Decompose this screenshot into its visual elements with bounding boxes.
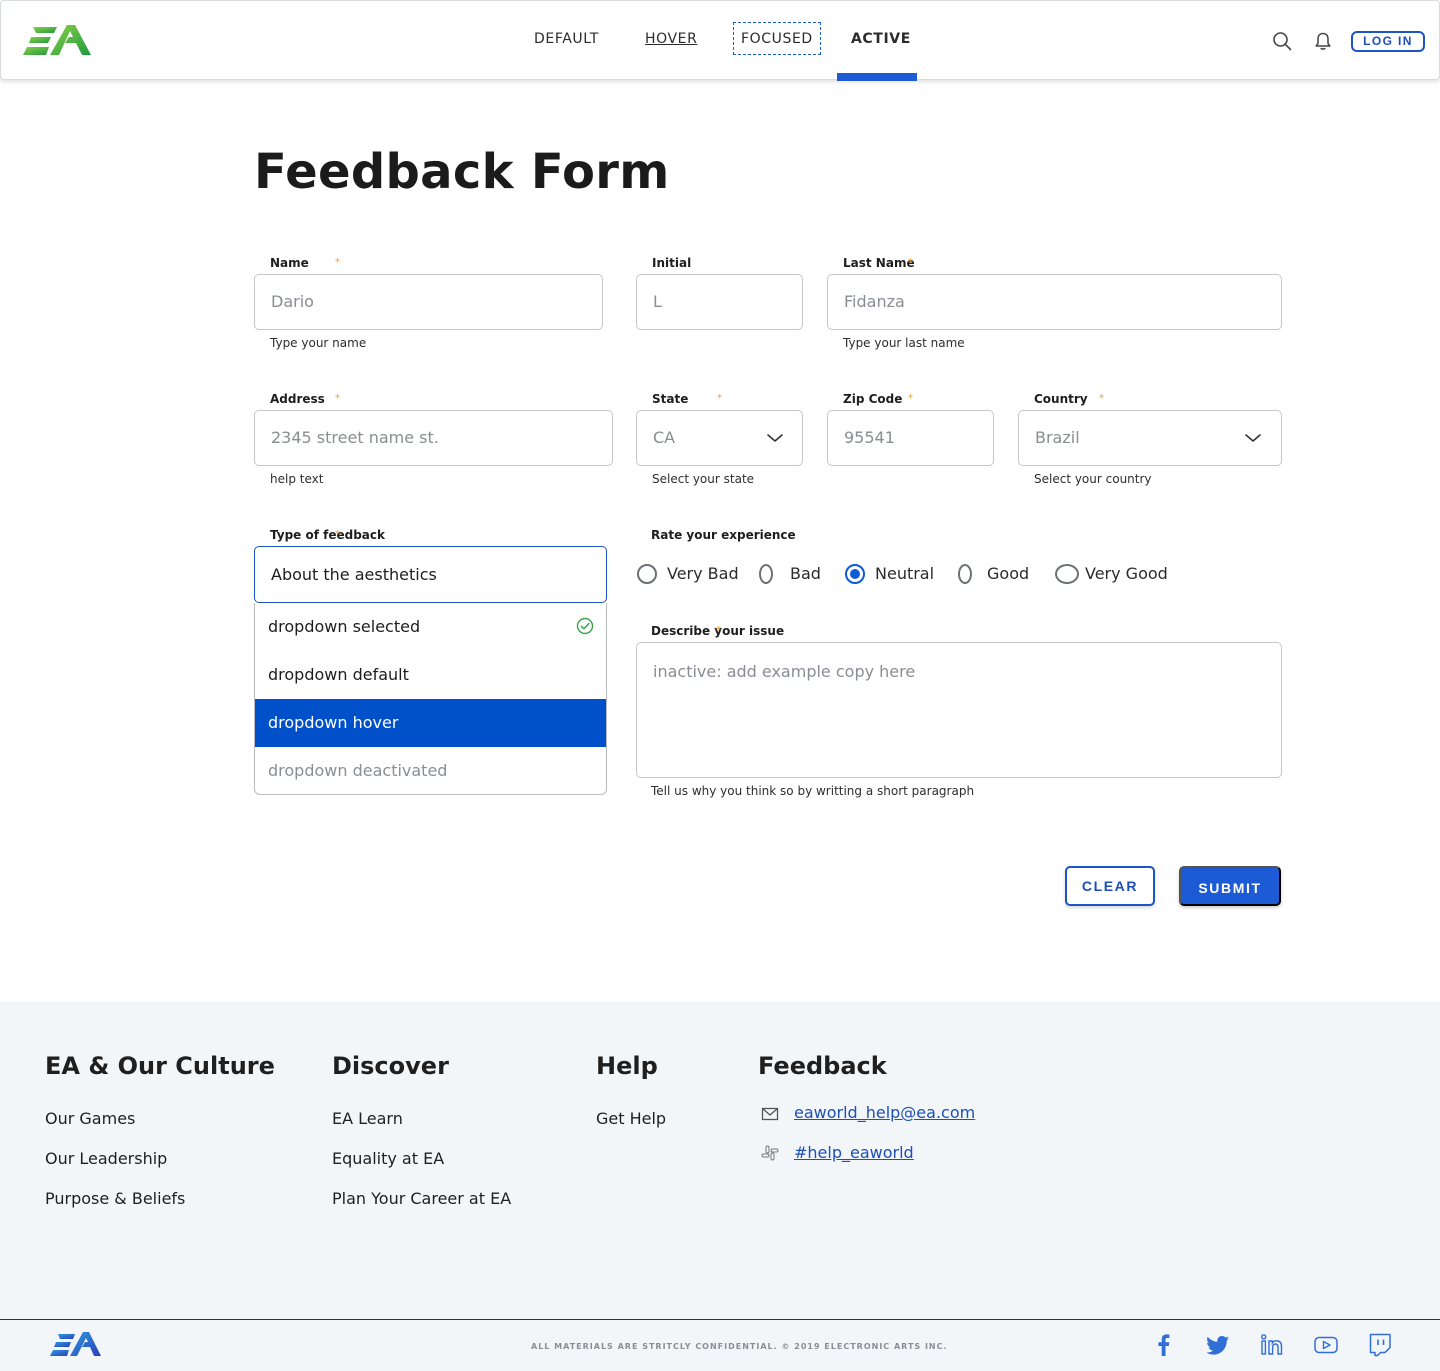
radio-good[interactable] bbox=[958, 564, 972, 584]
footer-link-our-games[interactable]: Our Games bbox=[45, 1109, 135, 1128]
chevron-down-icon bbox=[767, 434, 783, 442]
nav-tab-focused[interactable]: FOCUSED bbox=[733, 22, 821, 55]
copyright-text: ALL MATERIALS ARE STRITCLY CONFIDENTIAL.… bbox=[531, 1342, 948, 1351]
country-help-text: Select your country bbox=[1034, 472, 1152, 486]
radio-label-very-bad: Very Bad bbox=[667, 564, 739, 583]
footer-link-equality[interactable]: Equality at EA bbox=[332, 1149, 444, 1168]
initial-input[interactable]: L bbox=[636, 274, 803, 330]
feedback-slack-link[interactable]: #help_eaworld bbox=[794, 1143, 914, 1162]
address-input[interactable]: 2345 street name st. bbox=[254, 410, 613, 466]
required-marker: * bbox=[335, 393, 340, 404]
dropdown-option-deactivated: dropdown deactivated bbox=[268, 761, 448, 780]
active-tab-indicator bbox=[837, 73, 917, 81]
footer-link-get-help[interactable]: Get Help bbox=[596, 1109, 666, 1128]
state-select-value: CA bbox=[653, 428, 676, 447]
required-marker: * bbox=[908, 393, 913, 404]
nav-tab-hover[interactable]: HOVER bbox=[645, 31, 697, 47]
zip-code-input[interactable]: 95541 bbox=[827, 410, 994, 466]
footer-link-ea-learn[interactable]: EA Learn bbox=[332, 1109, 403, 1128]
search-icon[interactable] bbox=[1272, 31, 1292, 51]
footer-heading-help: Help bbox=[596, 1052, 658, 1080]
slack-icon bbox=[761, 1145, 779, 1161]
issue-help-text: Tell us why you think so by writting a s… bbox=[651, 784, 975, 798]
facebook-icon[interactable] bbox=[1151, 1332, 1177, 1358]
dropdown-option-hover[interactable]: dropdown hover bbox=[255, 699, 606, 747]
submit-button[interactable]: SUBMIT bbox=[1179, 866, 1281, 906]
feedback-type-label: Type of feedback bbox=[270, 528, 386, 542]
radio-label-very-good: Very Good bbox=[1085, 564, 1168, 583]
radio-very-good[interactable] bbox=[1055, 564, 1079, 584]
chevron-down-icon bbox=[1245, 434, 1261, 442]
name-label: Name bbox=[270, 256, 309, 270]
ea-logo[interactable] bbox=[23, 23, 93, 59]
required-marker: * bbox=[335, 257, 340, 268]
state-label: State bbox=[652, 392, 689, 406]
country-select-value: Brazil bbox=[1035, 428, 1080, 447]
footer-link-purpose-beliefs[interactable]: Purpose & Beliefs bbox=[45, 1189, 185, 1208]
youtube-icon[interactable] bbox=[1313, 1332, 1339, 1358]
dropdown-option-selected[interactable]: dropdown selected bbox=[255, 603, 606, 651]
twitter-icon[interactable] bbox=[1205, 1332, 1231, 1358]
page-title: Feedback Form bbox=[254, 144, 670, 200]
check-circle-icon bbox=[576, 617, 594, 635]
mail-icon bbox=[761, 1107, 779, 1121]
required-marker: * bbox=[717, 393, 722, 404]
required-marker: * bbox=[716, 625, 721, 636]
radio-bad[interactable] bbox=[759, 564, 773, 584]
name-input[interactable]: Dario bbox=[254, 274, 603, 330]
country-label: Country bbox=[1034, 392, 1088, 406]
required-marker: * bbox=[908, 257, 913, 268]
footer-divider bbox=[0, 1319, 1440, 1320]
ea-logo[interactable] bbox=[50, 1331, 102, 1359]
required-marker: * bbox=[1099, 393, 1104, 404]
footer-link-career[interactable]: Plan Your Career at EA bbox=[332, 1189, 511, 1208]
top-navigation-bar: DEFAULT HOVER FOCUSED ACTIVE LOG IN bbox=[0, 0, 1440, 81]
address-help-text: help text bbox=[270, 472, 324, 486]
footer-heading-feedback: Feedback bbox=[758, 1052, 887, 1080]
footer-heading-discover: Discover bbox=[332, 1052, 449, 1080]
twitch-icon[interactable] bbox=[1367, 1332, 1393, 1358]
nav-tab-active[interactable]: ACTIVE bbox=[851, 31, 911, 47]
feedback-email-link[interactable]: eaworld_help@ea.com bbox=[794, 1103, 975, 1122]
log-in-button[interactable]: LOG IN bbox=[1351, 31, 1425, 52]
dropdown-option-label: dropdown selected bbox=[268, 617, 421, 636]
state-select[interactable]: CA bbox=[636, 410, 803, 466]
radio-label-bad: Bad bbox=[790, 564, 821, 583]
nav-tab-default[interactable]: DEFAULT bbox=[534, 31, 599, 47]
footer-heading-culture: EA & Our Culture bbox=[45, 1052, 275, 1080]
radio-label-neutral: Neutral bbox=[875, 564, 935, 583]
required-marker: * bbox=[335, 529, 340, 540]
radio-very-bad[interactable] bbox=[637, 564, 657, 584]
footer-link-our-leadership[interactable]: Our Leadership bbox=[45, 1149, 167, 1168]
country-select[interactable]: Brazil bbox=[1018, 410, 1282, 466]
clear-button[interactable]: CLEAR bbox=[1065, 866, 1155, 906]
radio-label-good: Good bbox=[987, 564, 1030, 583]
linkedin-icon[interactable] bbox=[1259, 1332, 1285, 1358]
last-name-help-text: Type your last name bbox=[843, 336, 965, 350]
issue-textarea[interactable]: inactive: add example copy here bbox=[636, 642, 1282, 778]
address-label: Address bbox=[270, 392, 325, 406]
bell-icon[interactable] bbox=[1313, 31, 1333, 51]
zip-code-label: Zip Code bbox=[843, 392, 903, 406]
radio-neutral[interactable] bbox=[845, 564, 865, 584]
initial-label: Initial bbox=[652, 256, 692, 270]
feedback-type-dropdown-menu: dropdown selected dropdown default dropd… bbox=[254, 603, 607, 795]
rating-label: Rate your experience bbox=[651, 528, 796, 542]
state-help-text: Select your state bbox=[652, 472, 755, 486]
dropdown-option-default[interactable]: dropdown default bbox=[255, 651, 606, 699]
feedback-type-select[interactable]: About the aesthetics bbox=[254, 546, 607, 603]
name-help-text: Type your name bbox=[270, 336, 367, 350]
last-name-input[interactable]: Fidanza bbox=[827, 274, 1282, 330]
last-name-label: Last Name bbox=[843, 256, 915, 270]
